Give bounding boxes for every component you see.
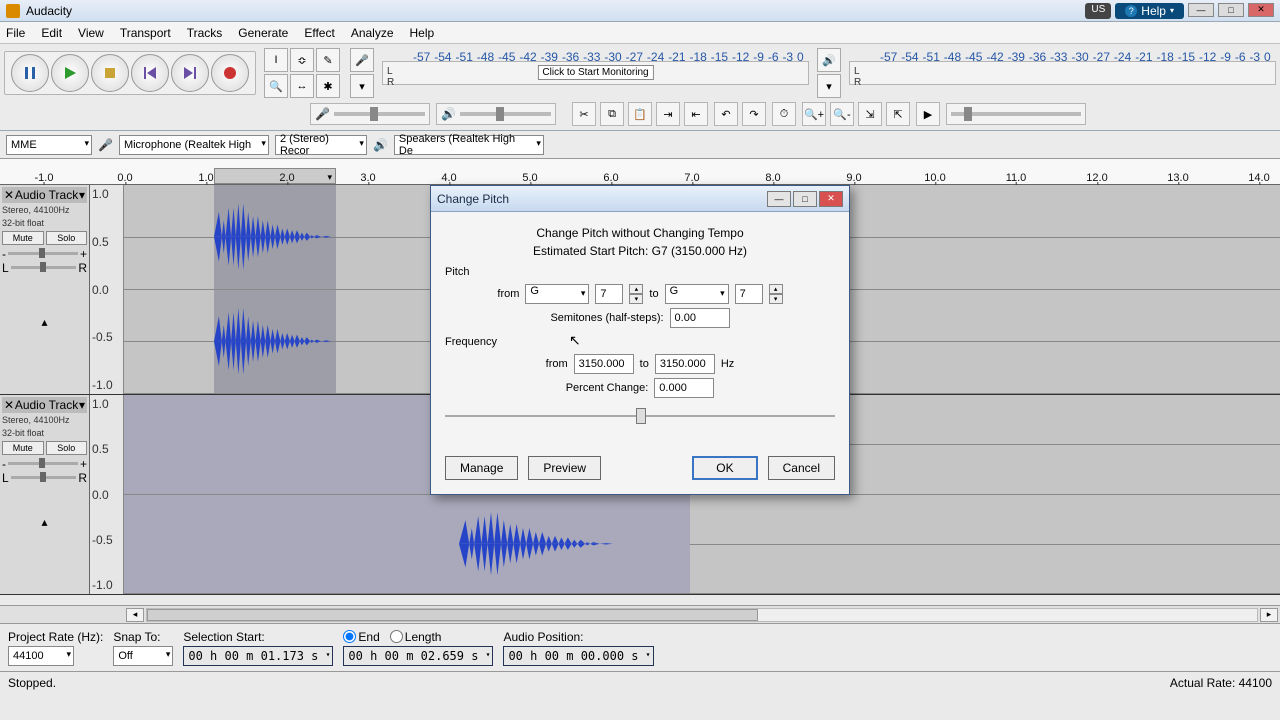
frequency-group-label: Frequency: [445, 336, 835, 348]
spin-down-icon[interactable]: ▾: [769, 294, 783, 304]
hz-label: Hz: [721, 358, 734, 370]
from-label: from: [497, 288, 519, 300]
dialog-titlebar[interactable]: Change Pitch — □ ✕: [431, 186, 849, 212]
preview-button[interactable]: Preview: [528, 456, 601, 480]
pitch-to-note[interactable]: G: [665, 284, 729, 304]
semitones-label: Semitones (half-steps):: [550, 312, 663, 324]
spin-up-icon[interactable]: ▴: [769, 284, 783, 294]
pitch-group-label: Pitch: [445, 266, 835, 278]
cancel-button[interactable]: Cancel: [768, 456, 835, 480]
percent-change-label: Percent Change:: [566, 382, 649, 394]
estimated-pitch: Estimated Start Pitch: G7 (3150.000 Hz): [445, 244, 835, 258]
change-pitch-dialog: Change Pitch — □ ✕ Change Pitch without …: [430, 185, 850, 495]
ok-button[interactable]: OK: [692, 456, 757, 480]
spin-down-icon[interactable]: ▾: [629, 294, 643, 304]
dialog-close-button[interactable]: ✕: [819, 191, 843, 207]
dialog-minimize-button[interactable]: —: [767, 191, 791, 207]
pitch-to-octave[interactable]: [735, 284, 763, 304]
semitones-input[interactable]: [670, 308, 730, 328]
manage-button[interactable]: Manage: [445, 456, 518, 480]
freq-from-label: from: [546, 358, 568, 370]
freq-to-label: to: [640, 358, 649, 370]
dialog-title: Change Pitch: [437, 192, 767, 206]
pitch-from-note[interactable]: G: [525, 284, 589, 304]
pitch-from-octave[interactable]: [595, 284, 623, 304]
percent-change-slider[interactable]: [445, 408, 835, 424]
percent-change-input[interactable]: [654, 378, 714, 398]
dialog-overlay: Change Pitch — □ ✕ Change Pitch without …: [0, 0, 1280, 720]
freq-from-input[interactable]: [574, 354, 634, 374]
dialog-subtitle: Change Pitch without Changing Tempo: [445, 226, 835, 240]
freq-to-input[interactable]: [655, 354, 715, 374]
to-label: to: [649, 288, 658, 300]
dialog-maximize-button[interactable]: □: [793, 191, 817, 207]
spin-up-icon[interactable]: ▴: [629, 284, 643, 294]
